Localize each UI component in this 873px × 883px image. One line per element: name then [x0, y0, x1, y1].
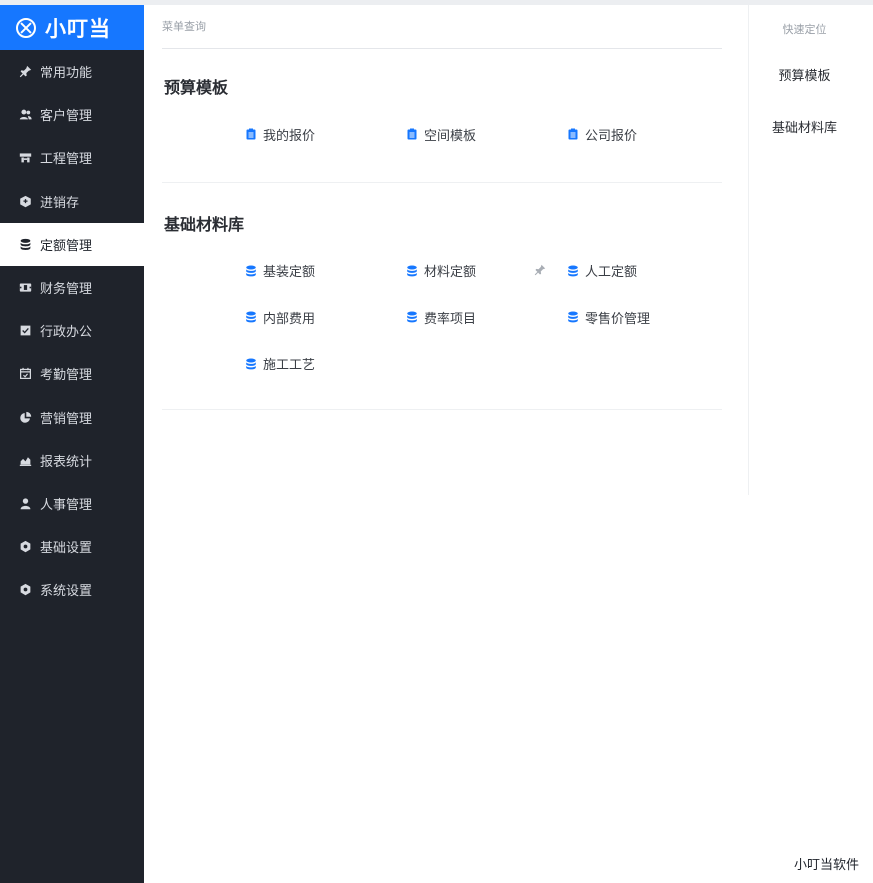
sidebar-item-label: 常用功能	[40, 66, 93, 82]
menu-item-retail-price[interactable]: 零售价管理	[567, 294, 728, 341]
box-icon	[18, 194, 32, 208]
section-material-library: 基础材料库 基装定额 材料定额 人工定额 内部费用 费率项目 零售价管理 施工工…	[162, 183, 722, 410]
logo-icon	[16, 17, 36, 38]
menu-item-label: 内部费用	[263, 311, 316, 327]
sidebar-item-label: 行政办公	[40, 325, 93, 341]
menu-item-construction-process[interactable]: 施工工艺	[245, 341, 406, 388]
menu-item-label: 费率项目	[424, 311, 477, 327]
sidebar-item-system-settings[interactable]: 系统设置	[0, 568, 144, 611]
sidebar-item-label: 工程管理	[40, 152, 93, 168]
database-icon	[245, 265, 257, 277]
sidebar-item-quota[interactable]: 定额管理	[0, 222, 144, 266]
menu-item-internal-costs[interactable]: 内部费用	[245, 294, 406, 341]
menu-item-my-quote[interactable]: 我的报价	[245, 111, 406, 158]
menu-item-label: 施工工艺	[263, 358, 316, 374]
sidebar-item-label: 系统设置	[40, 584, 93, 600]
checkbox-icon	[18, 324, 32, 338]
clipboard-icon	[245, 128, 257, 140]
project-icon	[18, 151, 32, 165]
pin-icon	[18, 65, 32, 79]
users-icon	[18, 108, 32, 122]
database-icon	[245, 358, 257, 370]
area-chart-icon	[18, 453, 32, 467]
menu-item-label: 空间模板	[424, 128, 477, 144]
quick-nav-title: 快速定位	[782, 23, 827, 36]
database-icon	[567, 265, 579, 277]
sidebar-item-marketing[interactable]: 营销管理	[0, 396, 144, 439]
sidebar-item-inventory[interactable]: 进销存	[0, 180, 144, 223]
calendar-check-icon	[18, 367, 32, 381]
clipboard-icon	[567, 128, 579, 140]
sidebar-item-customers[interactable]: 客户管理	[0, 93, 144, 136]
menu-item-label: 基装定额	[263, 265, 316, 281]
sidebar-item-common[interactable]: 常用功能	[0, 50, 144, 93]
logo-text: 小叮当	[45, 16, 111, 41]
person-icon	[18, 496, 32, 510]
breadcrumb: 菜单查询	[162, 5, 722, 49]
sidebar-item-label: 营销管理	[40, 411, 93, 427]
sidebar: 小叮当 常用功能 客户管理 工程管理 进销存 定额管理 财务管理 行政办公 考勤…	[0, 5, 144, 883]
chart-pie-icon	[18, 410, 32, 424]
database-icon	[567, 311, 579, 323]
menu-item-company-quote[interactable]: 公司报价	[567, 111, 728, 158]
sidebar-item-reports[interactable]: 报表统计	[0, 439, 144, 482]
sidebar-item-finance[interactable]: 财务管理	[0, 266, 144, 309]
sidebar-item-office[interactable]: 行政办公	[0, 309, 144, 352]
quick-nav-item-material-library[interactable]: 基础材料库	[749, 117, 860, 136]
database-icon	[406, 265, 418, 277]
section-budget-templates: 预算模板 我的报价 空间模板 公司报价	[162, 49, 722, 183]
database-icon	[18, 237, 32, 251]
menu-item-basic-quota[interactable]: 基装定额	[245, 248, 406, 295]
sidebar-item-label: 进销存	[40, 195, 80, 211]
app-logo[interactable]: 小叮当	[0, 5, 144, 50]
sidebar-nav: 常用功能 客户管理 工程管理 进销存 定额管理 财务管理 行政办公 考勤管理 营…	[0, 50, 144, 611]
database-icon	[406, 311, 418, 323]
section-title: 预算模板	[164, 78, 229, 97]
sidebar-item-label: 定额管理	[40, 238, 93, 254]
quick-nav-item-budget-templates[interactable]: 预算模板	[749, 65, 860, 84]
app-window: 小叮当 常用功能 客户管理 工程管理 进销存 定额管理 财务管理 行政办公 考勤…	[0, 0, 873, 883]
footer-brand: 小叮当软件	[793, 858, 859, 873]
menu-grid: 基装定额 材料定额 人工定额 内部费用 费率项目 零售价管理 施工工艺	[245, 248, 722, 388]
menu-item-label: 零售价管理	[585, 311, 651, 327]
sidebar-item-hr[interactable]: 人事管理	[0, 482, 144, 525]
sidebar-item-label: 客户管理	[40, 109, 93, 125]
pin-icon[interactable]	[534, 264, 546, 276]
quick-nav: 快速定位 预算模板 基础材料库	[748, 5, 860, 495]
menu-item-label: 我的报价	[263, 128, 316, 144]
menu-item-label: 材料定额	[424, 265, 477, 281]
menu-grid: 我的报价 空间模板 公司报价	[245, 111, 722, 158]
database-icon	[245, 311, 257, 323]
sidebar-item-basic-settings[interactable]: 基础设置	[0, 525, 144, 568]
gear-icon	[18, 540, 32, 554]
finance-icon	[18, 281, 32, 295]
clipboard-icon	[406, 128, 418, 140]
sidebar-item-label: 基础设置	[40, 541, 93, 557]
menu-item-space-template[interactable]: 空间模板	[406, 111, 567, 158]
menu-query-panel: 菜单查询 预算模板 我的报价 空间模板 公司报价 基础材料库 基装定额 材料定额…	[162, 5, 722, 410]
sidebar-item-label: 考勤管理	[40, 368, 93, 384]
gear-icon	[18, 583, 32, 597]
section-title: 基础材料库	[164, 214, 245, 234]
sidebar-item-label: 人事管理	[40, 497, 93, 513]
menu-item-rate-items[interactable]: 费率项目	[406, 294, 567, 341]
sidebar-item-label: 财务管理	[40, 282, 93, 298]
menu-item-labor-quota[interactable]: 人工定额	[534, 248, 728, 295]
menu-item-label: 公司报价	[585, 128, 638, 144]
sidebar-item-attendance[interactable]: 考勤管理	[0, 352, 144, 395]
sidebar-item-label: 报表统计	[40, 454, 93, 470]
sidebar-item-projects[interactable]: 工程管理	[0, 136, 144, 179]
menu-item-label: 人工定额	[585, 265, 638, 281]
